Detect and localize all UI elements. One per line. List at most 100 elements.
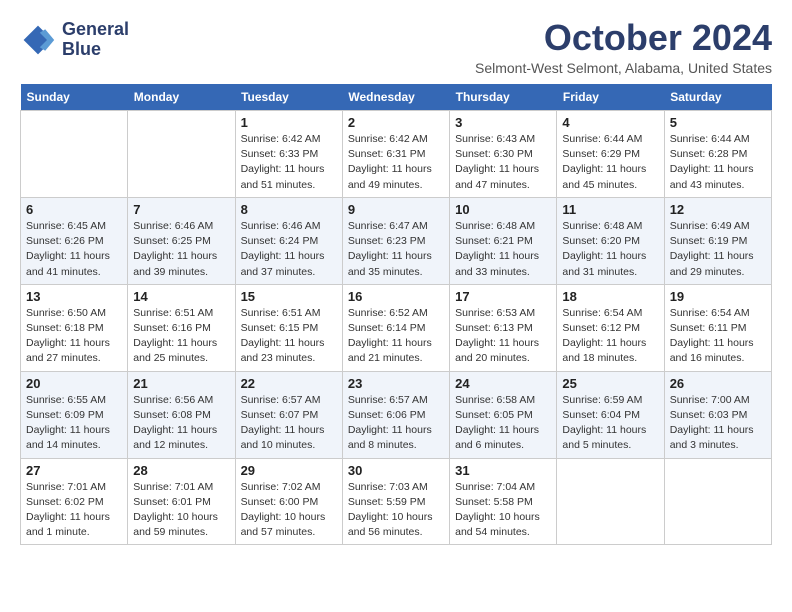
day-number: 25 bbox=[562, 376, 658, 391]
day-info: Sunrise: 7:02 AM Sunset: 6:00 PM Dayligh… bbox=[241, 480, 337, 541]
day-info: Sunrise: 6:44 AM Sunset: 6:29 PM Dayligh… bbox=[562, 132, 658, 193]
day-number: 13 bbox=[26, 289, 122, 304]
day-number: 3 bbox=[455, 115, 551, 130]
day-info: Sunrise: 6:47 AM Sunset: 6:23 PM Dayligh… bbox=[348, 219, 444, 280]
calendar-cell: 22 Sunrise: 6:57 AM Sunset: 6:07 PM Dayli… bbox=[235, 371, 342, 458]
day-info: Sunrise: 6:51 AM Sunset: 6:15 PM Dayligh… bbox=[241, 306, 337, 367]
day-number: 27 bbox=[26, 463, 122, 478]
calendar-cell: 25 Sunrise: 6:59 AM Sunset: 6:04 PM Dayli… bbox=[557, 371, 664, 458]
calendar-cell: 27 Sunrise: 7:01 AM Sunset: 6:02 PM Dayli… bbox=[21, 458, 128, 545]
calendar-week-row: 1Sunrise: 6:42 AM Sunset: 6:33 PM Daylig… bbox=[21, 111, 772, 198]
day-number: 4 bbox=[562, 115, 658, 130]
calendar-cell: 1Sunrise: 6:42 AM Sunset: 6:33 PM Daylig… bbox=[235, 111, 342, 198]
day-number: 5 bbox=[670, 115, 766, 130]
day-info: Sunrise: 6:54 AM Sunset: 6:12 PM Dayligh… bbox=[562, 306, 658, 367]
calendar-cell: 2 Sunrise: 6:42 AM Sunset: 6:31 PM Daylig… bbox=[342, 111, 449, 198]
day-number: 24 bbox=[455, 376, 551, 391]
calendar-cell: 17 Sunrise: 6:53 AM Sunset: 6:13 PM Dayli… bbox=[450, 284, 557, 371]
day-info: Sunrise: 7:00 AM Sunset: 6:03 PM Dayligh… bbox=[670, 393, 766, 454]
day-info: Sunrise: 7:01 AM Sunset: 6:02 PM Dayligh… bbox=[26, 480, 122, 541]
day-info: Sunrise: 6:59 AM Sunset: 6:04 PM Dayligh… bbox=[562, 393, 658, 454]
calendar-cell: 19 Sunrise: 6:54 AM Sunset: 6:11 PM Dayli… bbox=[664, 284, 771, 371]
day-number: 23 bbox=[348, 376, 444, 391]
day-number: 17 bbox=[455, 289, 551, 304]
calendar-week-row: 13 Sunrise: 6:50 AM Sunset: 6:18 PM Dayli… bbox=[21, 284, 772, 371]
day-number: 10 bbox=[455, 202, 551, 217]
col-header-saturday: Saturday bbox=[664, 84, 771, 111]
day-info: Sunrise: 6:57 AM Sunset: 6:06 PM Dayligh… bbox=[348, 393, 444, 454]
day-number: 12 bbox=[670, 202, 766, 217]
title-area: October 2024 Selmont-West Selmont, Alaba… bbox=[475, 20, 772, 76]
day-info: Sunrise: 6:45 AM Sunset: 6:26 PM Dayligh… bbox=[26, 219, 122, 280]
day-number: 21 bbox=[133, 376, 229, 391]
day-info: Sunrise: 6:54 AM Sunset: 6:11 PM Dayligh… bbox=[670, 306, 766, 367]
calendar-cell: 11 Sunrise: 6:48 AM Sunset: 6:20 PM Dayli… bbox=[557, 197, 664, 284]
calendar-cell: 26 Sunrise: 7:00 AM Sunset: 6:03 PM Dayli… bbox=[664, 371, 771, 458]
day-info: Sunrise: 7:04 AM Sunset: 5:58 PM Dayligh… bbox=[455, 480, 551, 541]
calendar-week-row: 6Sunrise: 6:45 AM Sunset: 6:26 PM Daylig… bbox=[21, 197, 772, 284]
day-info: Sunrise: 6:52 AM Sunset: 6:14 PM Dayligh… bbox=[348, 306, 444, 367]
calendar-cell: 15Sunrise: 6:51 AM Sunset: 6:15 PM Dayli… bbox=[235, 284, 342, 371]
calendar-cell bbox=[128, 111, 235, 198]
day-number: 2 bbox=[348, 115, 444, 130]
day-number: 18 bbox=[562, 289, 658, 304]
day-number: 9 bbox=[348, 202, 444, 217]
day-info: Sunrise: 6:53 AM Sunset: 6:13 PM Dayligh… bbox=[455, 306, 551, 367]
day-info: Sunrise: 6:56 AM Sunset: 6:08 PM Dayligh… bbox=[133, 393, 229, 454]
calendar-cell: 30 Sunrise: 7:03 AM Sunset: 5:59 PM Dayli… bbox=[342, 458, 449, 545]
calendar-cell: 28 Sunrise: 7:01 AM Sunset: 6:01 PM Dayli… bbox=[128, 458, 235, 545]
calendar-cell bbox=[21, 111, 128, 198]
calendar-week-row: 20 Sunrise: 6:55 AM Sunset: 6:09 PM Dayli… bbox=[21, 371, 772, 458]
calendar-cell: 31 Sunrise: 7:04 AM Sunset: 5:58 PM Dayli… bbox=[450, 458, 557, 545]
calendar-cell: 4 Sunrise: 6:44 AM Sunset: 6:29 PM Daylig… bbox=[557, 111, 664, 198]
day-number: 28 bbox=[133, 463, 229, 478]
calendar-header-row: SundayMondayTuesdayWednesdayThursdayFrid… bbox=[21, 84, 772, 111]
calendar-cell: 20 Sunrise: 6:55 AM Sunset: 6:09 PM Dayli… bbox=[21, 371, 128, 458]
calendar-cell: 18 Sunrise: 6:54 AM Sunset: 6:12 PM Dayli… bbox=[557, 284, 664, 371]
day-number: 19 bbox=[670, 289, 766, 304]
day-number: 8 bbox=[241, 202, 337, 217]
day-number: 1 bbox=[241, 115, 337, 130]
day-info: Sunrise: 7:01 AM Sunset: 6:01 PM Dayligh… bbox=[133, 480, 229, 541]
location-subtitle: Selmont-West Selmont, Alabama, United St… bbox=[475, 60, 772, 76]
calendar-cell: 13 Sunrise: 6:50 AM Sunset: 6:18 PM Dayli… bbox=[21, 284, 128, 371]
calendar-cell: 3 Sunrise: 6:43 AM Sunset: 6:30 PM Daylig… bbox=[450, 111, 557, 198]
day-info: Sunrise: 6:57 AM Sunset: 6:07 PM Dayligh… bbox=[241, 393, 337, 454]
logo-icon bbox=[20, 22, 56, 58]
calendar-cell: 24 Sunrise: 6:58 AM Sunset: 6:05 PM Dayli… bbox=[450, 371, 557, 458]
calendar-week-row: 27 Sunrise: 7:01 AM Sunset: 6:02 PM Dayli… bbox=[21, 458, 772, 545]
day-info: Sunrise: 6:43 AM Sunset: 6:30 PM Dayligh… bbox=[455, 132, 551, 193]
col-header-thursday: Thursday bbox=[450, 84, 557, 111]
day-number: 22 bbox=[241, 376, 337, 391]
day-info: Sunrise: 6:55 AM Sunset: 6:09 PM Dayligh… bbox=[26, 393, 122, 454]
calendar-cell: 9 Sunrise: 6:47 AM Sunset: 6:23 PM Daylig… bbox=[342, 197, 449, 284]
day-info: Sunrise: 6:48 AM Sunset: 6:21 PM Dayligh… bbox=[455, 219, 551, 280]
day-info: Sunrise: 6:48 AM Sunset: 6:20 PM Dayligh… bbox=[562, 219, 658, 280]
day-info: Sunrise: 6:50 AM Sunset: 6:18 PM Dayligh… bbox=[26, 306, 122, 367]
day-number: 20 bbox=[26, 376, 122, 391]
col-header-sunday: Sunday bbox=[21, 84, 128, 111]
day-info: Sunrise: 6:46 AM Sunset: 6:24 PM Dayligh… bbox=[241, 219, 337, 280]
day-number: 31 bbox=[455, 463, 551, 478]
calendar-cell: 21 Sunrise: 6:56 AM Sunset: 6:08 PM Dayli… bbox=[128, 371, 235, 458]
day-number: 14 bbox=[133, 289, 229, 304]
day-number: 30 bbox=[348, 463, 444, 478]
calendar-cell: 14 Sunrise: 6:51 AM Sunset: 6:16 PM Dayli… bbox=[128, 284, 235, 371]
calendar-cell: 6Sunrise: 6:45 AM Sunset: 6:26 PM Daylig… bbox=[21, 197, 128, 284]
day-info: Sunrise: 7:03 AM Sunset: 5:59 PM Dayligh… bbox=[348, 480, 444, 541]
calendar-cell bbox=[664, 458, 771, 545]
calendar-cell: 8 Sunrise: 6:46 AM Sunset: 6:24 PM Daylig… bbox=[235, 197, 342, 284]
calendar-cell: 12Sunrise: 6:49 AM Sunset: 6:19 PM Dayli… bbox=[664, 197, 771, 284]
day-info: Sunrise: 6:58 AM Sunset: 6:05 PM Dayligh… bbox=[455, 393, 551, 454]
col-header-monday: Monday bbox=[128, 84, 235, 111]
calendar-cell: 5Sunrise: 6:44 AM Sunset: 6:28 PM Daylig… bbox=[664, 111, 771, 198]
day-number: 16 bbox=[348, 289, 444, 304]
calendar-cell: 16 Sunrise: 6:52 AM Sunset: 6:14 PM Dayli… bbox=[342, 284, 449, 371]
day-info: Sunrise: 6:42 AM Sunset: 6:31 PM Dayligh… bbox=[348, 132, 444, 193]
col-header-tuesday: Tuesday bbox=[235, 84, 342, 111]
day-info: Sunrise: 6:51 AM Sunset: 6:16 PM Dayligh… bbox=[133, 306, 229, 367]
day-number: 26 bbox=[670, 376, 766, 391]
calendar-cell: 29Sunrise: 7:02 AM Sunset: 6:00 PM Dayli… bbox=[235, 458, 342, 545]
day-number: 11 bbox=[562, 202, 658, 217]
month-title: October 2024 bbox=[475, 20, 772, 56]
